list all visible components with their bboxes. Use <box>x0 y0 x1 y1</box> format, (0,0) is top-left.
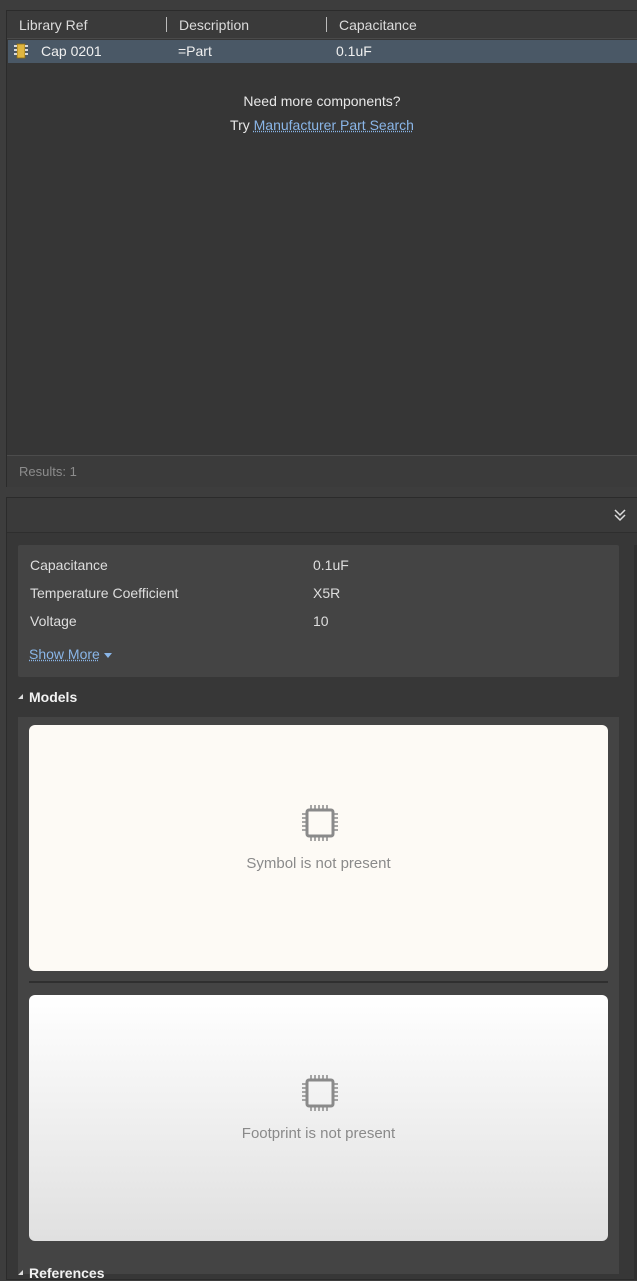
results-count: Results: 1 <box>7 455 637 487</box>
property-value: 10 <box>313 613 329 629</box>
column-description[interactable]: Description <box>179 17 249 33</box>
component-chip-icon <box>14 43 28 59</box>
manufacturer-search-line: Try Manufacturer Part Search <box>7 117 637 133</box>
references-section-header[interactable]: References <box>18 1265 105 1281</box>
footprint-not-present-text: Footprint is not present <box>241 1125 396 1142</box>
column-separator[interactable] <box>326 17 327 32</box>
cell-description: =Part <box>178 43 212 59</box>
manufacturer-part-search-link[interactable]: Manufacturer Part Search <box>254 117 414 133</box>
cell-capacitance: 0.1uF <box>336 43 372 59</box>
property-name: Voltage <box>30 613 77 629</box>
more-components-message: Need more components? <box>243 93 401 109</box>
property-row: Capacitance 0.1uF <box>30 557 610 577</box>
collapse-triangle-icon <box>18 1269 23 1275</box>
property-value: 0.1uF <box>313 557 349 573</box>
panel-splitter[interactable] <box>6 487 637 497</box>
models-section-header[interactable]: Models <box>18 689 77 705</box>
property-row: Voltage 10 <box>30 613 610 633</box>
table-row[interactable]: Cap 0201 =Part 0.1uF <box>8 40 637 63</box>
references-title: References <box>29 1265 105 1281</box>
collapse-triangle-icon <box>18 693 23 699</box>
property-name: Temperature Coefficient <box>30 585 179 601</box>
symbol-not-present-text: Symbol is not present <box>246 855 391 872</box>
models-title: Models <box>29 689 78 705</box>
footprint-preview[interactable]: Footprint is not present <box>29 995 608 1241</box>
details-header <box>7 498 637 533</box>
show-more-link[interactable]: Show More <box>29 646 112 662</box>
symbol-preview[interactable]: Symbol is not present <box>29 725 608 971</box>
show-more-label: Show More <box>29 646 100 662</box>
double-chevron-down-icon[interactable] <box>613 508 627 522</box>
results-column-header: Library Ref Description Capacitance <box>7 11 637 39</box>
details-panel: Capacitance 0.1uF Temperature Coefficien… <box>6 497 637 1281</box>
results-count-label: Results: 1 <box>19 464 77 479</box>
column-library-ref[interactable]: Library Ref <box>19 17 87 33</box>
try-label: Try <box>230 117 250 133</box>
caret-down-icon <box>103 652 112 658</box>
chip-icon <box>302 805 338 841</box>
cell-library-ref: Cap 0201 <box>41 43 102 59</box>
divider <box>29 981 608 983</box>
property-name: Capacitance <box>30 557 108 573</box>
property-value: X5R <box>313 585 341 601</box>
results-panel: Library Ref Description Capacitance Cap … <box>6 10 637 487</box>
models-container: Symbol is not present Footprint is not p… <box>18 717 619 1274</box>
column-separator[interactable] <box>166 17 167 32</box>
chip-icon <box>302 1075 338 1111</box>
properties-box: Capacitance 0.1uF Temperature Coefficien… <box>18 545 619 677</box>
column-capacitance[interactable]: Capacitance <box>339 17 417 33</box>
property-row: Temperature Coefficient X5R <box>30 585 610 605</box>
